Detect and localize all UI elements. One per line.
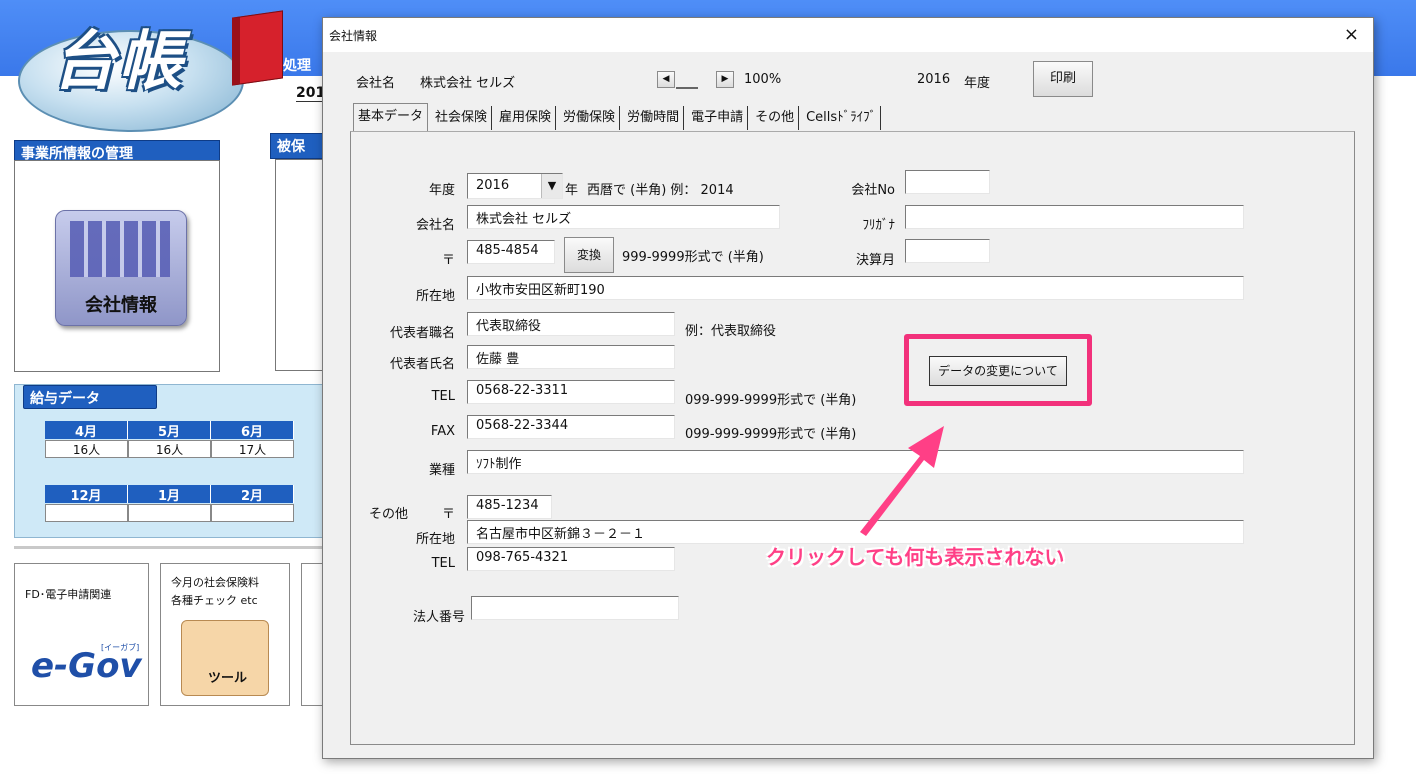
tools-icon: ツール: [181, 620, 269, 696]
other-tel-input[interactable]: 098-765-4321: [467, 547, 675, 571]
company-info-button[interactable]: 会社情報: [55, 210, 187, 326]
insured-panel: 被保: [270, 133, 331, 371]
e-gov-logo: e-Gov: [31, 646, 142, 686]
other-label: その他: [369, 507, 409, 522]
year-suffix: 年: [565, 183, 579, 198]
insurance-tools-label-2: 各種チェック etc: [171, 594, 258, 607]
zoom-decrease-button[interactable]: ◀: [657, 71, 675, 88]
print-button[interactable]: 印刷: [1033, 61, 1093, 97]
month-header-jan: 1月: [128, 485, 211, 504]
other-tel-label: TEL: [431, 556, 455, 571]
convert-button[interactable]: 変換: [564, 237, 614, 273]
rep-title-hint: 例：代表取締役: [685, 324, 777, 339]
company-name-input[interactable]: 株式会社 セルズ: [467, 205, 780, 229]
section-divider: [14, 546, 324, 549]
building-icon: [70, 221, 170, 277]
salary-data-panel: 給与データ 4月 5月 6月 16人 16人 17人 12月 1月 2月: [14, 384, 326, 538]
employee-count-apr[interactable]: 16人: [45, 440, 128, 458]
tools-icon-label: ツール: [208, 671, 248, 686]
furigana-label: ﾌﾘｶﾞﾅ: [862, 218, 896, 233]
other-postal-label: 〒: [441, 507, 455, 522]
year-select-value: 2016: [476, 178, 510, 193]
tab-labor-insurance[interactable]: 労働保険: [559, 106, 621, 130]
employee-count-feb[interactable]: [211, 504, 294, 522]
insurance-tools-label-1: 今月の社会保険料: [171, 576, 259, 589]
fiscal-month-input[interactable]: [905, 239, 990, 263]
company-info-dialog: 会社情報 × 会社名 株式会社 セルズ ◀ ▶ 100% 2016 年度 印刷 …: [322, 17, 1374, 759]
tab-employment-insurance[interactable]: 雇用保険: [495, 106, 557, 130]
fax-hint: 099-999-9999形式で (半角): [685, 427, 857, 442]
tab-strip: 基本データ 社会保険 雇用保険 労働保険 労働時間 電子申請 その他 Cells…: [353, 103, 884, 133]
tab-cells-drive[interactable]: Cellsﾄﾞﾗｲﾌﾞ: [802, 106, 882, 130]
address-input[interactable]: 小牧市安田区新町190: [467, 276, 1244, 300]
tel-input[interactable]: 0568-22-3311: [467, 380, 675, 404]
dialog-title: 会社情報: [329, 29, 378, 43]
corp-number-input[interactable]: [471, 596, 679, 620]
employee-count-jan[interactable]: [128, 504, 211, 522]
dialog-title-bar: 会社情報 ×: [323, 18, 1373, 52]
rep-title-label: 代表者職名: [389, 326, 455, 341]
tab-e-application[interactable]: 電子申請: [687, 106, 749, 130]
rep-name-label: 代表者氏名: [389, 357, 455, 372]
callout-arrow: [860, 426, 944, 536]
company-info-button-label: 会社情報: [85, 295, 157, 316]
close-icon[interactable]: ×: [1344, 24, 1359, 45]
zoom-increase-button[interactable]: ▶: [716, 71, 734, 88]
company-no-input[interactable]: [905, 170, 990, 194]
red-book-icon: [232, 10, 283, 86]
company-no-label: 会社No: [851, 183, 895, 198]
postal-hint: 999-9999形式で (半角): [622, 250, 764, 265]
chevron-down-icon[interactable]: ▼: [541, 174, 562, 198]
arrow-shape: [860, 426, 944, 536]
company-name-label: 会社名: [415, 218, 455, 233]
insured-panel-header: 被保: [270, 133, 330, 159]
month-header-jun: 6月: [211, 421, 294, 440]
fax-input[interactable]: 0568-22-3344: [467, 415, 675, 439]
employee-count-dec[interactable]: [45, 504, 128, 522]
header-company-value: 株式会社 セルズ: [420, 76, 516, 91]
address-label: 所在地: [415, 289, 455, 304]
zoom-value: 100%: [744, 72, 782, 87]
month-header-dec: 12月: [45, 485, 128, 504]
month-header-may: 5月: [128, 421, 211, 440]
tab-working-hours[interactable]: 労働時間: [623, 106, 685, 130]
header-company-label: 会社名: [356, 76, 396, 91]
header-year-value: 2016: [917, 72, 951, 87]
rep-title-input[interactable]: 代表取締役: [467, 312, 675, 336]
tel-hint: 099-999-9999形式で (半角): [685, 393, 857, 408]
fiscal-month-label: 決算月: [855, 253, 895, 268]
year-hint: 西暦で (半角) 例： 2014: [587, 183, 734, 198]
year-label: 年度: [428, 183, 455, 198]
month-header-feb: 2月: [211, 485, 294, 504]
zoom-slider-thumb[interactable]: [676, 72, 698, 89]
postal-label: 〒: [441, 253, 455, 268]
employee-count-may[interactable]: 16人: [128, 440, 211, 458]
postal-input[interactable]: 485-4854: [467, 240, 555, 264]
tab-basic-data[interactable]: 基本データ: [353, 103, 429, 133]
e-gov-tile-label: FD･電子申請関連: [25, 588, 112, 601]
insurance-tools-tile[interactable]: 今月の社会保険料 各種チェック etc ツール: [160, 563, 290, 706]
highlight-box: [904, 334, 1092, 406]
tel-label: TEL: [431, 389, 455, 404]
year-select[interactable]: 2016 ▼: [467, 173, 563, 199]
tab-social-insurance[interactable]: 社会保険: [431, 106, 493, 130]
employee-count-jun[interactable]: 17人: [211, 440, 294, 458]
industry-label: 業種: [428, 463, 455, 478]
other-address-label: 所在地: [415, 532, 455, 547]
corp-number-label: 法人番号: [412, 610, 465, 625]
furigana-input[interactable]: [905, 205, 1244, 229]
other-postal-input[interactable]: 485-1234: [467, 495, 552, 519]
e-gov-tile[interactable]: FD･電子申請関連 [イーガブ] e-Gov: [14, 563, 149, 706]
salary-data-header: 給与データ: [23, 385, 157, 409]
month-header-apr: 4月: [45, 421, 128, 440]
header-year-unit: 年度: [964, 76, 991, 91]
rep-name-input[interactable]: 佐藤 豊: [467, 345, 675, 369]
fax-label: FAX: [430, 424, 455, 439]
tab-other[interactable]: その他: [751, 106, 800, 130]
daicho-logo: 台帳: [52, 24, 184, 99]
process-label: 処理: [283, 58, 311, 74]
callout-text: クリックしても何も表示されない: [766, 545, 1065, 569]
